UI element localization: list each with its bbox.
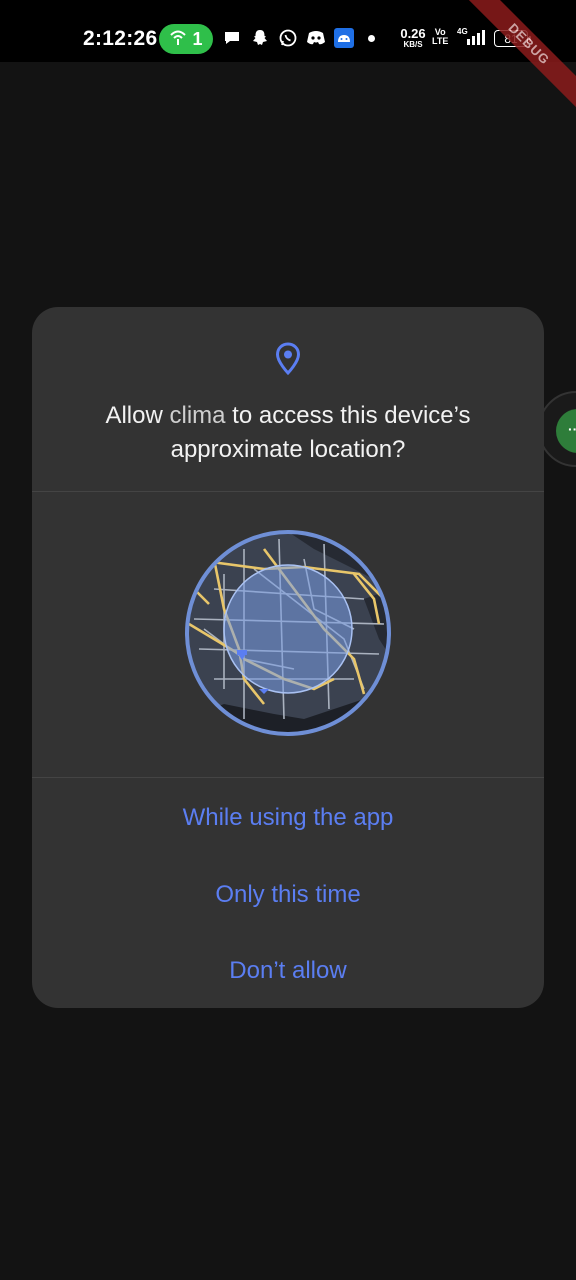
discord-icon: [306, 28, 326, 48]
whatsapp-icon: [278, 28, 298, 48]
network-speed: 0.26 KB/S: [398, 27, 428, 49]
screen: 2:12:26 1 0.26 KB/S Vo LTE 4G DEBUG · Al…: [0, 0, 576, 1280]
network-speed-unit: KB/S: [403, 40, 423, 49]
android-icon: [334, 28, 354, 48]
network-speed-value: 0.26: [400, 26, 426, 41]
signal-icon: 4G: [453, 27, 489, 47]
chat-icon: [222, 28, 242, 48]
divider-top: [32, 491, 544, 492]
app-name: clima: [169, 402, 226, 429]
volte-bottom: LTE: [432, 36, 449, 46]
dialog-title: Allow clima to access this device’s appr…: [52, 399, 524, 467]
location-permission-dialog: Allow clima to access this device’s appr…: [32, 307, 544, 1008]
more-notifications-dot: [368, 35, 375, 42]
approximate-location-map: [184, 529, 392, 737]
status-time: 2:12:26: [83, 27, 158, 50]
title-prefix: Allow: [105, 402, 170, 429]
snapchat-icon: [250, 28, 270, 48]
only-this-time-button[interactable]: Only this time: [32, 873, 544, 917]
hotspot-count: 1: [192, 28, 203, 49]
while-using-app-button[interactable]: While using the app: [32, 796, 544, 840]
network-type: 4G: [457, 27, 468, 36]
location-pin-icon: [275, 342, 301, 376]
hotspot-icon: [169, 29, 187, 50]
volte-indicator: Vo LTE: [432, 28, 448, 46]
dont-allow-button[interactable]: Don’t allow: [32, 949, 544, 993]
divider-bottom: [32, 777, 544, 778]
chat-bubble-icon: ··: [556, 409, 576, 453]
notification-icons: [222, 28, 354, 48]
hotspot-indicator[interactable]: 1: [159, 24, 213, 54]
